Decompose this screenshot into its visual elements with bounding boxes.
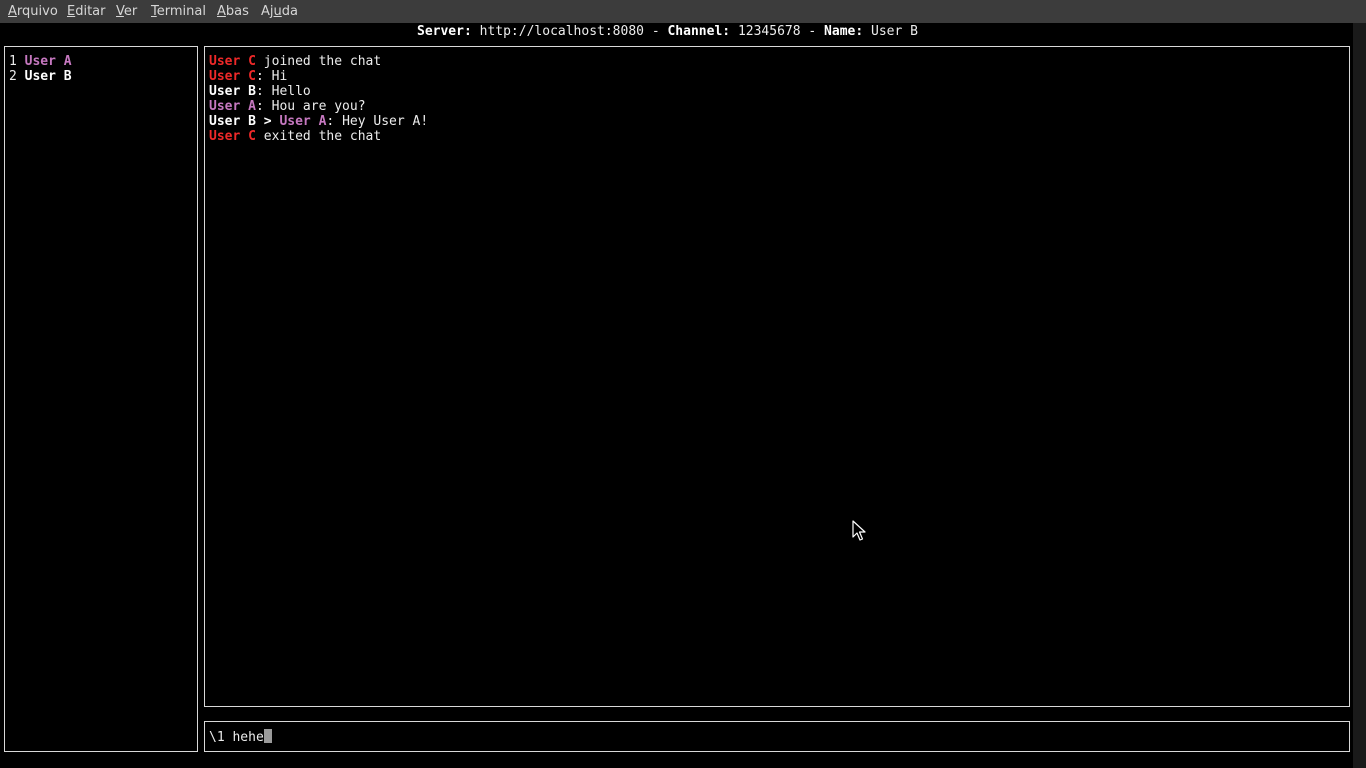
name-label: Name:	[824, 24, 864, 39]
user-list-panel	[4, 46, 198, 752]
message-text: : Hello	[255, 84, 311, 99]
input-text: \1 hehe	[209, 730, 264, 745]
chat-message: User B > User A: Hey User A!	[209, 114, 428, 129]
scrollbar[interactable]	[1353, 23, 1366, 768]
separator: -	[644, 24, 668, 39]
message-author: User A	[209, 99, 256, 114]
mouse-pointer-icon	[852, 520, 866, 541]
server-value: http://localhost:8080	[479, 24, 644, 39]
message-author: User C	[209, 54, 256, 69]
message-input[interactable]: \1 hehe	[209, 729, 272, 745]
user-list-item[interactable]: 2 User B	[9, 69, 72, 84]
message-text: : Hou are you?	[255, 99, 366, 114]
message-author: User B	[209, 114, 256, 129]
message-author: User C	[209, 69, 256, 84]
message-text: : Hi	[255, 69, 288, 84]
channel-label: Channel:	[667, 24, 731, 39]
chat-message: User C exited the chat	[209, 129, 381, 144]
user-number: 1	[9, 54, 17, 69]
server-label: Server:	[417, 24, 472, 39]
chat-message: User C joined the chat	[209, 54, 381, 69]
separator: -	[800, 24, 825, 39]
message-author: User C	[209, 129, 256, 144]
chat-log-panel	[204, 46, 1350, 707]
menu-editar[interactable]: Editar	[67, 4, 106, 19]
direct-arrow: >	[255, 114, 280, 129]
user-list-item[interactable]: 1 User A	[9, 54, 72, 69]
message-author: User B	[209, 84, 256, 99]
chat-message: User B: Hello	[209, 84, 311, 99]
message-text: : Hey User A!	[326, 114, 429, 129]
chat-message: User C: Hi	[209, 69, 287, 84]
menu-abas[interactable]: Abas	[217, 4, 249, 19]
status-line: Server: http://localhost:8080 - Channel:…	[417, 24, 918, 39]
message-text: exited the chat	[255, 129, 382, 144]
menu-terminal[interactable]: Terminal	[151, 4, 206, 19]
text-cursor	[263, 729, 272, 743]
user-name: User B	[24, 69, 72, 84]
chat-message: User A: Hou are you?	[209, 99, 366, 114]
user-number: 2	[9, 69, 17, 84]
menu-arquivo[interactable]: Arquivo	[8, 4, 58, 19]
message-recipient: User A	[279, 114, 327, 129]
terminal-area[interactable]: Server: http://localhost:8080 - Channel:…	[0, 23, 1353, 768]
name-value: User B	[871, 24, 918, 39]
menu-ver[interactable]: Ver	[116, 4, 137, 19]
user-name: User A	[24, 54, 72, 69]
channel-value: 12345678	[737, 24, 801, 39]
menu-ajuda[interactable]: Ajuda	[261, 4, 298, 19]
message-text: joined the chat	[255, 54, 382, 69]
menubar: Arquivo Editar Ver Terminal Abas Ajuda	[0, 0, 1366, 23]
message-input-box[interactable]	[204, 721, 1350, 752]
